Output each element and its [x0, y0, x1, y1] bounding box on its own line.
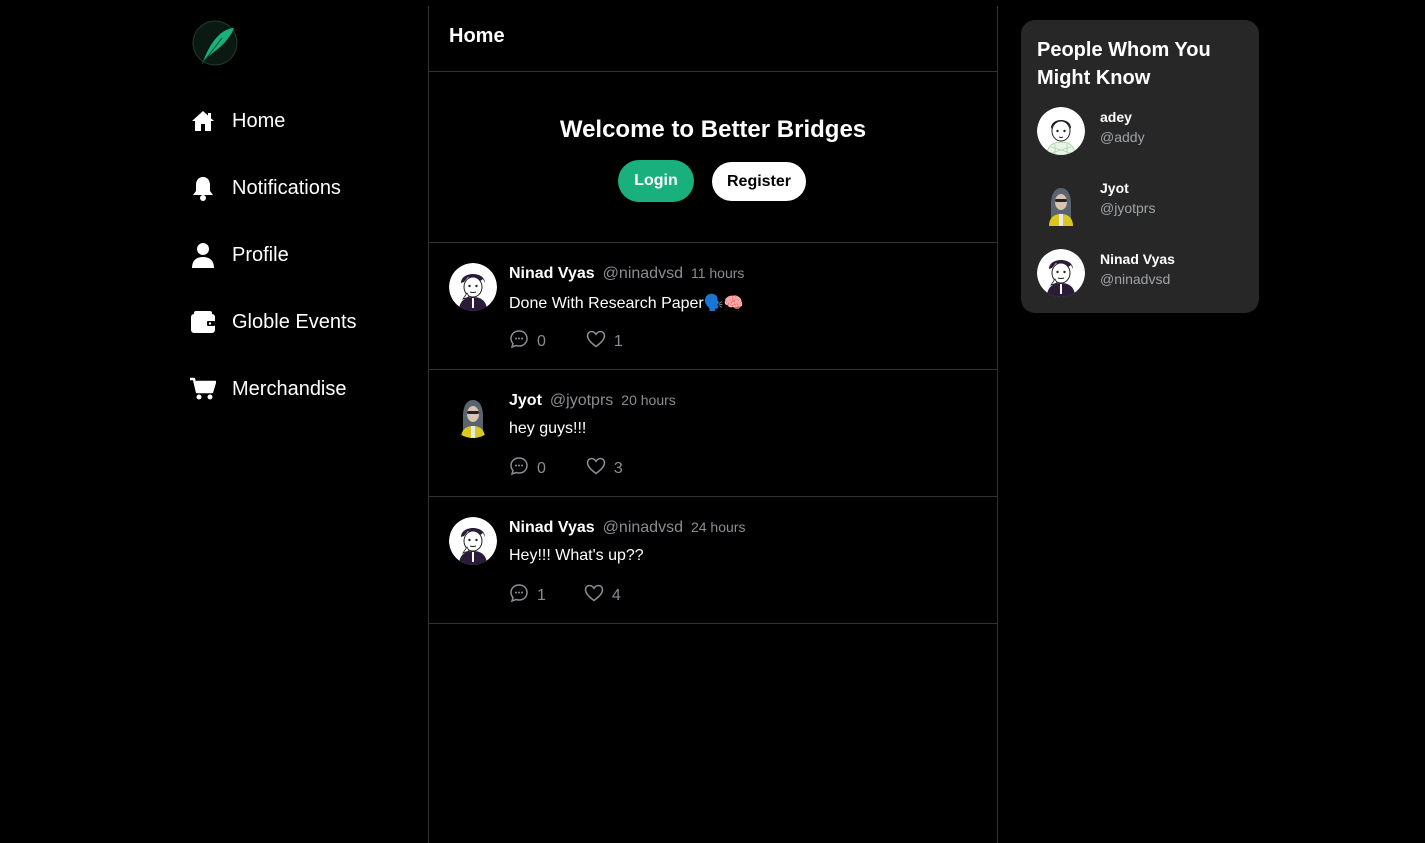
like-count: 3: [613, 459, 623, 477]
avatar[interactable]: [449, 263, 497, 311]
avatar[interactable]: [1037, 249, 1085, 297]
avatar[interactable]: [1037, 178, 1085, 226]
tweet-item[interactable]: Ninad Vyas @ninadvsd 11 hours Done With …: [429, 243, 997, 370]
app-layout: Home Notifications Profile Globle Events…: [0, 0, 1425, 843]
avatar[interactable]: [1037, 107, 1085, 155]
suggestion-name: Jyot: [1100, 180, 1129, 196]
suggestions-title: People Whom You Might Know: [1037, 39, 1211, 89]
tweet-header: Ninad Vyas @ninadvsd 24 hours: [509, 519, 745, 537]
tweet-header: Ninad Vyas @ninadvsd 11 hours: [509, 265, 744, 283]
author-handle[interactable]: @ninadvsd: [603, 265, 683, 283]
author-handle[interactable]: @ninadvsd: [603, 519, 683, 537]
sidebar-item-label: Merchandise: [232, 377, 347, 400]
suggestions-panel: People Whom You Might Know adey @addy Jy…: [1021, 20, 1259, 313]
feed-header: Home: [429, 6, 997, 72]
comment-icon: [509, 329, 529, 354]
suggestion-item[interactable]: Jyot @jyotprs: [1037, 178, 1247, 226]
feather-logo-icon[interactable]: [192, 20, 238, 66]
tweet-text: Done With Research Paper🗣️🧠: [509, 295, 744, 312]
sidebar: Home Notifications Profile Globle Events…: [190, 0, 428, 843]
author-name[interactable]: Jyot: [509, 392, 542, 410]
wallet-icon: [190, 309, 216, 335]
tweet-item[interactable]: Ninad Vyas @ninadvsd 24 hours Hey!!! Wha…: [429, 497, 997, 624]
tweet-timestamp: 24 hours: [690, 519, 746, 535]
welcome-title: Welcome to Better Bridges: [559, 116, 867, 143]
suggestion-handle: @ninadvsd: [1100, 271, 1171, 287]
tweet-header: Jyot @jyotprs 20 hours: [509, 392, 676, 410]
comment-count: 1: [537, 586, 546, 604]
sidebar-item-notifications[interactable]: Notifications: [190, 168, 410, 208]
like-button[interactable]: 4: [584, 584, 621, 607]
tweet-text: hey guys!!!: [509, 420, 587, 437]
tweet-item[interactable]: Jyot @jyotprs 20 hours hey guys!!! 0 3: [429, 370, 997, 497]
like-button[interactable]: 1: [586, 330, 623, 353]
tweet-text: Hey!!! What's up??: [509, 547, 644, 564]
sidebar-item-label: Notifications: [232, 176, 341, 199]
suggestion-handle: @addy: [1100, 129, 1145, 145]
sidebar-item-label: Home: [232, 109, 286, 132]
login-button[interactable]: Login: [618, 160, 694, 202]
cart-icon: [190, 376, 216, 402]
tweet-actions: 0 1: [509, 329, 623, 354]
user-icon: [190, 242, 216, 268]
main-feed: Home Welcome to Better Bridges Login Reg…: [428, 6, 998, 843]
tweet-actions: 1 4: [509, 583, 621, 608]
suggestion-item[interactable]: Ninad Vyas @ninadvsd: [1037, 249, 1247, 297]
comment-count: 0: [537, 459, 546, 477]
avatar[interactable]: [449, 517, 497, 565]
bell-icon: [190, 175, 216, 201]
sidebar-item-globle-events[interactable]: Globle Events: [190, 302, 410, 342]
home-icon: [190, 108, 216, 134]
sidebar-item-profile[interactable]: Profile: [190, 235, 410, 275]
author-handle[interactable]: @jyotprs: [550, 392, 613, 410]
tweet-timestamp: 11 hours: [690, 265, 745, 281]
suggestion-name: adey: [1100, 109, 1132, 125]
suggestion-item[interactable]: adey @addy: [1037, 107, 1247, 155]
welcome-banner: Welcome to Better Bridges Login Register: [429, 72, 997, 243]
tweet-actions: 0 3: [509, 456, 623, 481]
comment-button[interactable]: 0: [509, 329, 546, 354]
avatar[interactable]: [449, 390, 497, 438]
sidebar-item-home[interactable]: Home: [190, 101, 410, 141]
heart-icon: [586, 457, 606, 480]
suggestion-name: Ninad Vyas: [1100, 251, 1175, 267]
sidebar-item-label: Globle Events: [232, 310, 357, 333]
comment-button[interactable]: 1: [509, 583, 546, 608]
tweet-timestamp: 20 hours: [621, 392, 676, 408]
register-button[interactable]: Register: [712, 162, 806, 201]
heart-icon: [586, 330, 606, 353]
comment-button[interactable]: 0: [509, 456, 546, 481]
comment-icon: [509, 583, 529, 608]
suggestion-handle: @jyotprs: [1100, 200, 1156, 216]
sidebar-item-merchandise[interactable]: Merchandise: [190, 369, 410, 409]
like-count: 1: [613, 332, 623, 350]
sidebar-item-label: Profile: [232, 243, 289, 266]
like-button[interactable]: 3: [586, 457, 623, 480]
author-name[interactable]: Ninad Vyas: [509, 265, 595, 283]
heart-icon: [584, 584, 604, 607]
comment-count: 0: [537, 332, 546, 350]
author-name[interactable]: Ninad Vyas: [509, 519, 595, 537]
like-count: 4: [611, 586, 621, 604]
page-title: Home: [449, 25, 505, 47]
comment-icon: [509, 456, 529, 481]
